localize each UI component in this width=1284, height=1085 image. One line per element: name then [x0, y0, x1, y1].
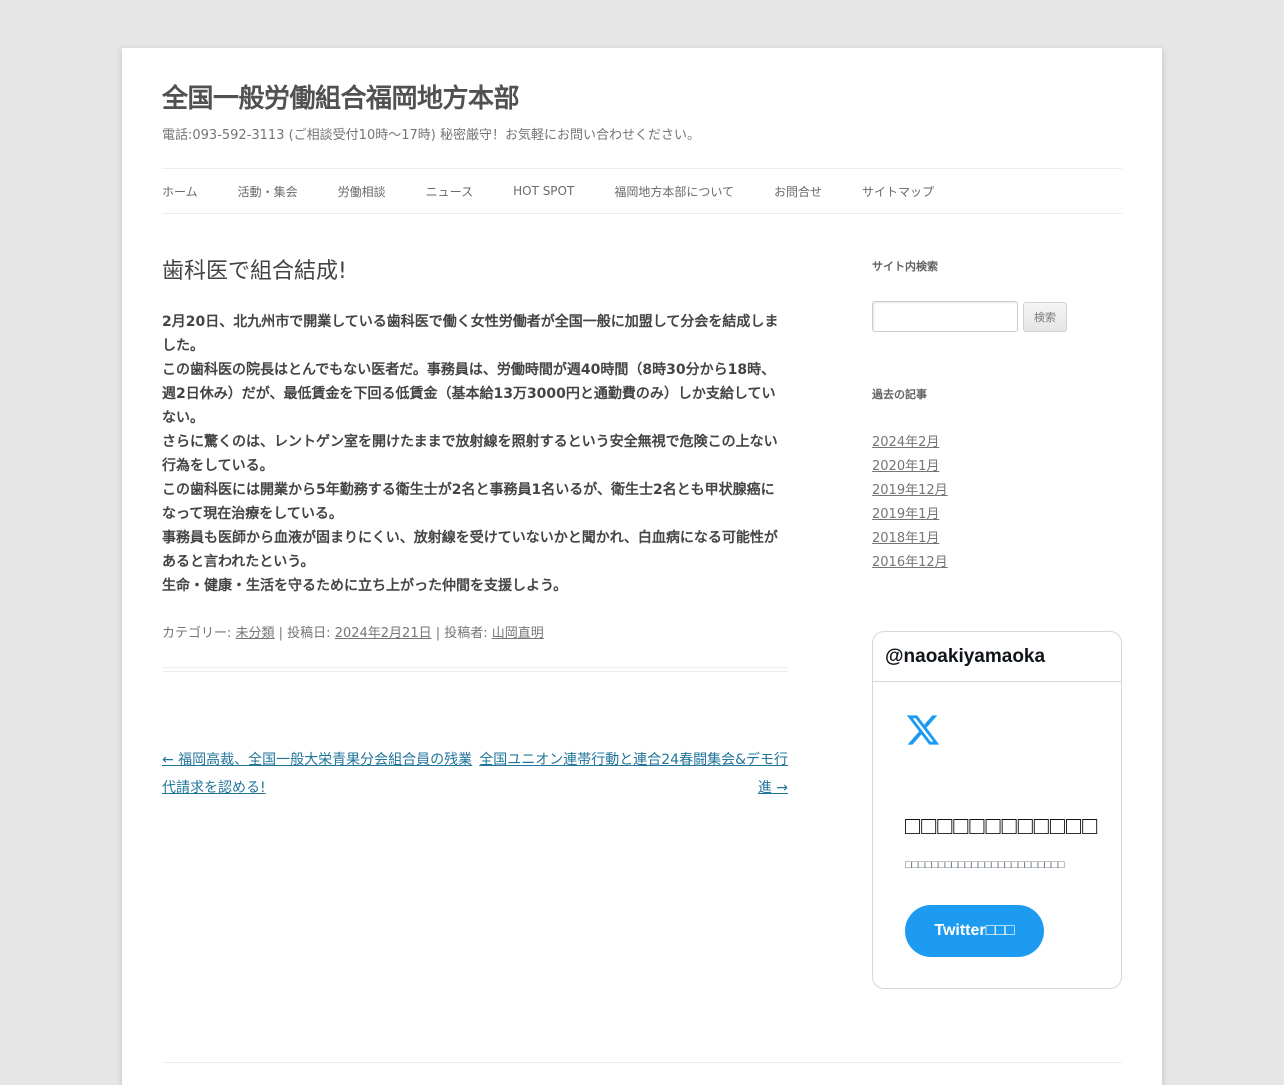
twitter-button[interactable]: Twitter □□□: [905, 905, 1044, 957]
main-navigation: ホーム 活動・集会 労働相談 ニュース HOT SPOT 福岡地方本部について …: [162, 168, 1122, 214]
article-paragraph: 生命・健康・生活を守るために立ち上がった仲間を支援しよう。: [162, 577, 568, 594]
next-post-link[interactable]: 全国ユニオン連帯行動と連合24春闘集会&デモ行進 →: [479, 752, 788, 796]
search-button[interactable]: 検索: [1023, 301, 1067, 332]
nav-item-sitemap[interactable]: サイトマップ: [862, 183, 934, 200]
site-title[interactable]: 全国一般労働組合福岡地方本部: [162, 78, 520, 115]
next-post: 全国ユニオン連帯行動と連合24春闘集会&デモ行進 →: [478, 746, 788, 802]
x-logo-icon: [906, 715, 940, 745]
article-paragraph: この歯科医には開業から5年勤務する衛生士が2名と事務員1名いるが、衛生士2名とも…: [162, 481, 775, 522]
article-paragraph: 事務員も医師から血液が固まりにくい、放射線を受けていないかと聞かれ、白血病になる…: [162, 529, 778, 570]
nav-item-labor-consultation[interactable]: 労働相談: [338, 183, 386, 200]
nav-item-news[interactable]: ニュース: [426, 183, 473, 200]
nav-item-about[interactable]: 福岡地方本部について: [614, 183, 734, 200]
post-navigation: ← 福岡高裁、全国一般大栄青果分会組合員の残業代請求を認める! 全国ユニオン連帯…: [162, 746, 788, 806]
archive-item: 2019年1月: [872, 503, 1122, 527]
archive-link[interactable]: 2019年1月: [872, 507, 939, 522]
previous-post-link[interactable]: ← 福岡高裁、全国一般大栄青果分会組合員の残業代請求を認める!: [162, 752, 472, 796]
date-label: | 投稿日:: [274, 625, 335, 641]
archive-link[interactable]: 2019年12月: [872, 483, 948, 498]
article-paragraph: さらに驚くのは、レントゲン室を開けたままで放射線を照射するという安全無視で危険こ…: [162, 433, 778, 474]
archive-item: 2020年1月: [872, 455, 1122, 479]
nav-item-activities[interactable]: 活動・集会: [238, 183, 298, 200]
author-link[interactable]: 山岡直明: [492, 626, 544, 641]
twitter-button-glyphs: □□□: [985, 922, 1015, 939]
footer-divider: [162, 1062, 1122, 1063]
author-label: | 投稿者:: [431, 625, 492, 641]
twitter-embed[interactable]: @naoakiyamaoka □□□□□□□□□□□□ □□□□□□□□□□□□…: [872, 631, 1122, 989]
nav-item-hot-spot[interactable]: HOT SPOT: [513, 184, 574, 198]
search-input[interactable]: [872, 301, 1018, 332]
archive-link[interactable]: 2016年12月: [872, 555, 948, 570]
archive-link[interactable]: 2020年1月: [872, 459, 939, 474]
archive-list: 2024年2月 2020年1月 2019年12月 2019年1月 2018年1月…: [872, 431, 1122, 575]
archive-link[interactable]: 2018年1月: [872, 531, 939, 546]
page-container: 全国一般労働組合福岡地方本部 電話:093-592-3113 (ご相談受付10時…: [122, 48, 1162, 1085]
category-label: カテゴリー:: [162, 625, 236, 641]
search-widget-title: サイト内検索: [872, 260, 938, 273]
nav-item-home[interactable]: ホーム: [162, 183, 198, 200]
search-form: 検索: [872, 301, 1122, 332]
article-title: 歯科医で組合結成!: [162, 259, 347, 284]
archive-item: 2024年2月: [872, 431, 1122, 455]
archive-item: 2019年12月: [872, 479, 1122, 503]
main-content: 歯科医で組合結成! 2月20日、北九州市で開業している歯科医で働く女性労働者が全…: [162, 258, 788, 806]
category-link[interactable]: 未分類: [236, 626, 275, 641]
article-meta: カテゴリー: 未分類 | 投稿日: 2024年2月21日 | 投稿者: 山岡直明: [162, 622, 788, 641]
site-description: 電話:093-592-3113 (ご相談受付10時〜17時) 秘密厳守！お気軽に…: [162, 128, 700, 143]
date-link[interactable]: 2024年2月21日: [335, 626, 432, 641]
article-divider: [162, 666, 788, 672]
archive-link[interactable]: 2024年2月: [872, 435, 939, 450]
archive-item: 2016年12月: [872, 551, 1122, 575]
archive-item: 2018年1月: [872, 527, 1122, 551]
twitter-header[interactable]: @naoakiyamaoka: [873, 632, 1121, 682]
article-paragraph: 2月20日、北九州市で開業している歯科医で働く女性労働者が全国一般に加盟して分会…: [162, 313, 779, 354]
twitter-button-label: Twitter: [934, 922, 986, 939]
twitter-subtext: □□□□□□□□□□□□□□□□□□□□□□□□: [905, 859, 1065, 871]
twitter-heading: □□□□□□□□□□□□: [905, 812, 1099, 840]
article-paragraph: この歯科医の院長はとんでもない医者だ。事務員は、労働時間が週40時間（8時30分…: [162, 361, 776, 426]
nav-menu: ホーム 活動・集会 労働相談 ニュース HOT SPOT 福岡地方本部について …: [162, 169, 1122, 213]
sidebar: サイト内検索 検索 過去の記事 2024年2月 2020年1月 2019年12月…: [872, 258, 1122, 989]
previous-post: ← 福岡高裁、全国一般大栄青果分会組合員の残業代請求を認める!: [162, 746, 480, 802]
archive-widget-title: 過去の記事: [872, 388, 927, 401]
article-body: 2月20日、北九州市で開業している歯科医で働く女性労働者が全国一般に加盟して分会…: [162, 310, 788, 598]
nav-item-contact[interactable]: お問合せ: [774, 183, 822, 200]
